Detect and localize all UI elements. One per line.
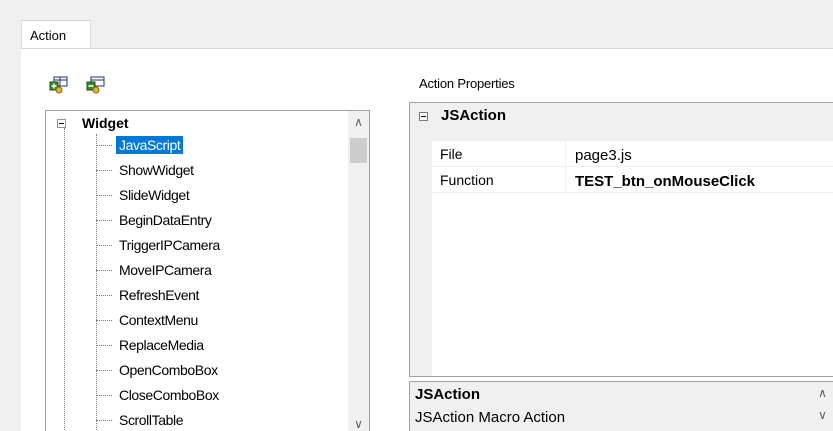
property-name: File [432,141,566,166]
tree-guide-line [64,128,65,431]
property-row-function[interactable]: Function TEST_btn_onMouseClick [432,167,833,193]
add-action-icon [49,76,68,94]
property-category[interactable]: JSAction [410,103,833,129]
tab-action-label: Action [30,28,67,43]
description-scrollbar[interactable]: ∧ ∨ [812,382,833,431]
collapse-icon[interactable] [57,119,66,128]
scroll-down-icon[interactable]: ∨ [348,417,369,431]
property-category-label: JSAction [441,107,507,124]
tree-item-label: ContextMenu [119,312,198,328]
tree-item-label: MoveIPCamera [119,262,212,278]
tab-strip: Action [0,0,833,49]
add-action-button[interactable] [48,76,68,94]
tree-item-label: ReplaceMedia [119,337,204,353]
property-grid-empty-area [432,193,833,376]
tree-item-label: JavaScript [116,136,184,154]
tree-item-label: ShowWidget [119,162,194,178]
tab-action[interactable]: Action [21,20,91,49]
tree-item-label: ScrollTable [119,412,184,428]
tree-item-label: OpenComboBox [119,362,218,378]
scroll-up-icon[interactable]: ∧ [348,115,369,129]
scroll-thumb[interactable] [350,138,367,163]
remove-action-icon [86,76,105,94]
property-row-file[interactable]: File page3.js [432,141,833,167]
scroll-up-icon[interactable]: ∧ [812,386,833,400]
property-grid[interactable]: JSAction File page3.js Function TEST_btn… [409,102,833,377]
description-title: JSAction [415,386,481,403]
action-properties-heading: Action Properties [419,76,515,91]
action-tree[interactable]: Widget JavaScript ShowWidget SlideWidget… [45,110,370,431]
tree-node-widget-label: Widget [82,115,129,131]
collapse-icon[interactable] [419,112,428,121]
remove-action-button[interactable] [85,76,105,94]
tree-item-label: SlideWidget [119,187,190,203]
tree-item-label: BeginDataEntry [119,212,212,228]
description-pane: JSAction JSAction Macro Action ∧ ∨ [409,381,833,431]
scroll-down-icon[interactable]: ∨ [812,408,833,422]
tree-item-label: TriggerIPCamera [119,237,220,253]
tree-scrollbar[interactable]: ∧ ∨ [348,111,369,431]
property-grid-gutter [410,129,432,376]
property-name: Function [432,167,566,192]
tree-item-label: CloseComboBox [119,387,219,403]
description-text: JSAction Macro Action [415,409,566,426]
tree-item-label: RefreshEvent [119,287,200,303]
tree-guide-line [96,134,97,431]
